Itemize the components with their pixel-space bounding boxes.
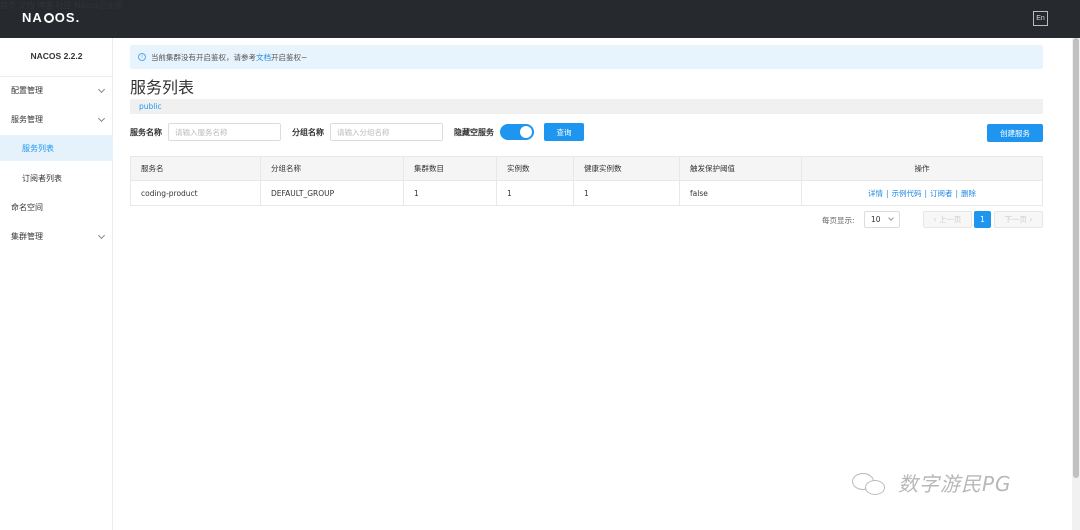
sidebar-item-subscriber-list[interactable]: 订阅者列表 — [0, 165, 113, 191]
service-name-input[interactable] — [168, 123, 281, 141]
nav-home[interactable]: 首页 — [0, 1, 16, 10]
nav-docs[interactable]: 文档 — [19, 1, 35, 10]
cell-service-name: coding-product — [131, 181, 261, 205]
group-name-input[interactable] — [330, 123, 443, 141]
sidebar-item-label: 集群管理 — [11, 231, 43, 241]
hide-empty-toggle[interactable] — [500, 124, 534, 140]
details-link[interactable]: 详情 — [868, 188, 883, 199]
sidebar-item-service-management[interactable]: 服务管理 — [0, 106, 113, 132]
notice-doc-link[interactable]: 文档 — [256, 53, 271, 62]
nacos-logo[interactable]: NA OS. — [22, 10, 80, 25]
namespace-bar: public — [130, 99, 1043, 114]
scrollbar-thumb[interactable] — [1073, 38, 1079, 478]
per-page-value: 10 — [871, 215, 881, 224]
vertical-scrollbar[interactable] — [1072, 38, 1080, 530]
service-table: 服务名 分组名称 集群数目 实例数 健康实例数 触发保护阈值 操作 coding… — [130, 156, 1043, 206]
version-label: NACOS 2.2.2 — [30, 51, 83, 61]
top-navbar: NA OS. 首页 文档 博客 社区 Nacos企业版 En — [0, 0, 1080, 38]
sidebar-item-label: 命名空间 — [11, 202, 43, 212]
col-service-name: 服务名 — [131, 157, 261, 180]
query-button[interactable]: 查询 — [544, 123, 584, 141]
col-instance-count: 实例数 — [497, 157, 574, 180]
cell-group-name: DEFAULT_GROUP — [261, 181, 404, 205]
group-name-label: 分组名称 — [292, 128, 324, 137]
chevron-down-icon — [97, 114, 106, 123]
subscribers-link[interactable]: 订阅者 — [930, 188, 953, 199]
col-healthy-count: 健康实例数 — [574, 157, 680, 180]
page-number-current[interactable]: 1 — [974, 211, 991, 228]
nav-blog[interactable]: 博客 — [37, 1, 53, 10]
page-title: 服务列表 — [130, 78, 195, 97]
notice-text-before: 当前集群没有开启鉴权，请参考 — [151, 53, 256, 62]
sidebar-item-service-list[interactable]: 服务列表 — [0, 135, 113, 161]
chevron-down-icon — [888, 215, 894, 221]
sidebar-item-label: 服务列表 — [22, 143, 54, 153]
sidebar-item-namespace[interactable]: 命名空间 — [0, 194, 113, 220]
auth-notice: i 当前集群没有开启鉴权，请参考文档开启鉴权~ — [130, 45, 1043, 69]
cell-operations: 详情 | 示例代码 | 订阅者 | 删除 — [802, 181, 1042, 205]
service-name-label: 服务名称 — [130, 128, 162, 137]
delete-link[interactable]: 删除 — [961, 188, 976, 199]
col-operations: 操作 — [914, 164, 930, 173]
hide-empty-label: 隐藏空服务 — [454, 128, 494, 137]
info-icon: i — [138, 53, 146, 61]
chevron-down-icon — [97, 231, 106, 240]
per-page-select[interactable]: 10 — [864, 211, 900, 228]
op-separator: | — [885, 188, 889, 198]
wechat-icon — [852, 471, 888, 495]
op-separator: | — [955, 188, 959, 198]
chevron-down-icon — [97, 85, 106, 94]
sample-code-link[interactable]: 示例代码 — [891, 188, 921, 199]
notice-text-after: 开启鉴权~ — [271, 53, 308, 62]
per-page-label: 每页显示: — [822, 216, 855, 225]
next-page-label: 下一页 — [1004, 215, 1028, 224]
col-group-name: 分组名称 — [261, 157, 404, 180]
notice-text: 当前集群没有开启鉴权，请参考文档开启鉴权~ — [151, 52, 307, 63]
watermark: 数字游民PG — [852, 468, 1012, 497]
table-row: coding-product DEFAULT_GROUP 1 1 1 false… — [131, 181, 1042, 205]
col-cluster-count: 集群数目 — [404, 157, 497, 180]
cell-protect-threshold: false — [680, 181, 802, 205]
prev-page-label: 上一页 — [938, 215, 962, 224]
create-service-button[interactable]: 创建服务 — [987, 124, 1043, 142]
sidebar-item-label: 服务管理 — [11, 114, 43, 124]
toggle-knob — [520, 126, 532, 138]
sidebar: NACOS 2.2.2 配置管理 服务管理 服务列表 订阅者列表 命名空间 集群… — [0, 38, 113, 530]
sidebar-item-label: 配置管理 — [11, 85, 43, 95]
table-header: 服务名 分组名称 集群数目 实例数 健康实例数 触发保护阈值 操作 — [131, 157, 1042, 181]
next-page-button[interactable]: 下一页 › — [994, 211, 1043, 228]
sidebar-item-label: 订阅者列表 — [22, 173, 62, 183]
sidebar-item-config-management[interactable]: 配置管理 — [0, 77, 113, 103]
nav-enterprise[interactable]: Nacos企业版 — [74, 1, 122, 10]
watermark-text: 数字游民PG — [898, 472, 1012, 496]
col-protect-threshold: 触发保护阈值 — [680, 157, 802, 180]
cell-cluster-count: 1 — [404, 181, 497, 205]
nav-community[interactable]: 社区 — [56, 1, 72, 10]
sidebar-item-cluster-management[interactable]: 集群管理 — [0, 223, 113, 249]
op-separator: | — [924, 188, 928, 198]
cell-instance-count: 1 — [497, 181, 574, 205]
chevron-right-icon: › — [1027, 215, 1033, 224]
namespace-public[interactable]: public — [139, 102, 162, 111]
cell-healthy-count: 1 — [574, 181, 680, 205]
prev-page-button[interactable]: ‹ 上一页 — [923, 211, 972, 228]
language-switch-button[interactable]: En — [1033, 11, 1048, 26]
